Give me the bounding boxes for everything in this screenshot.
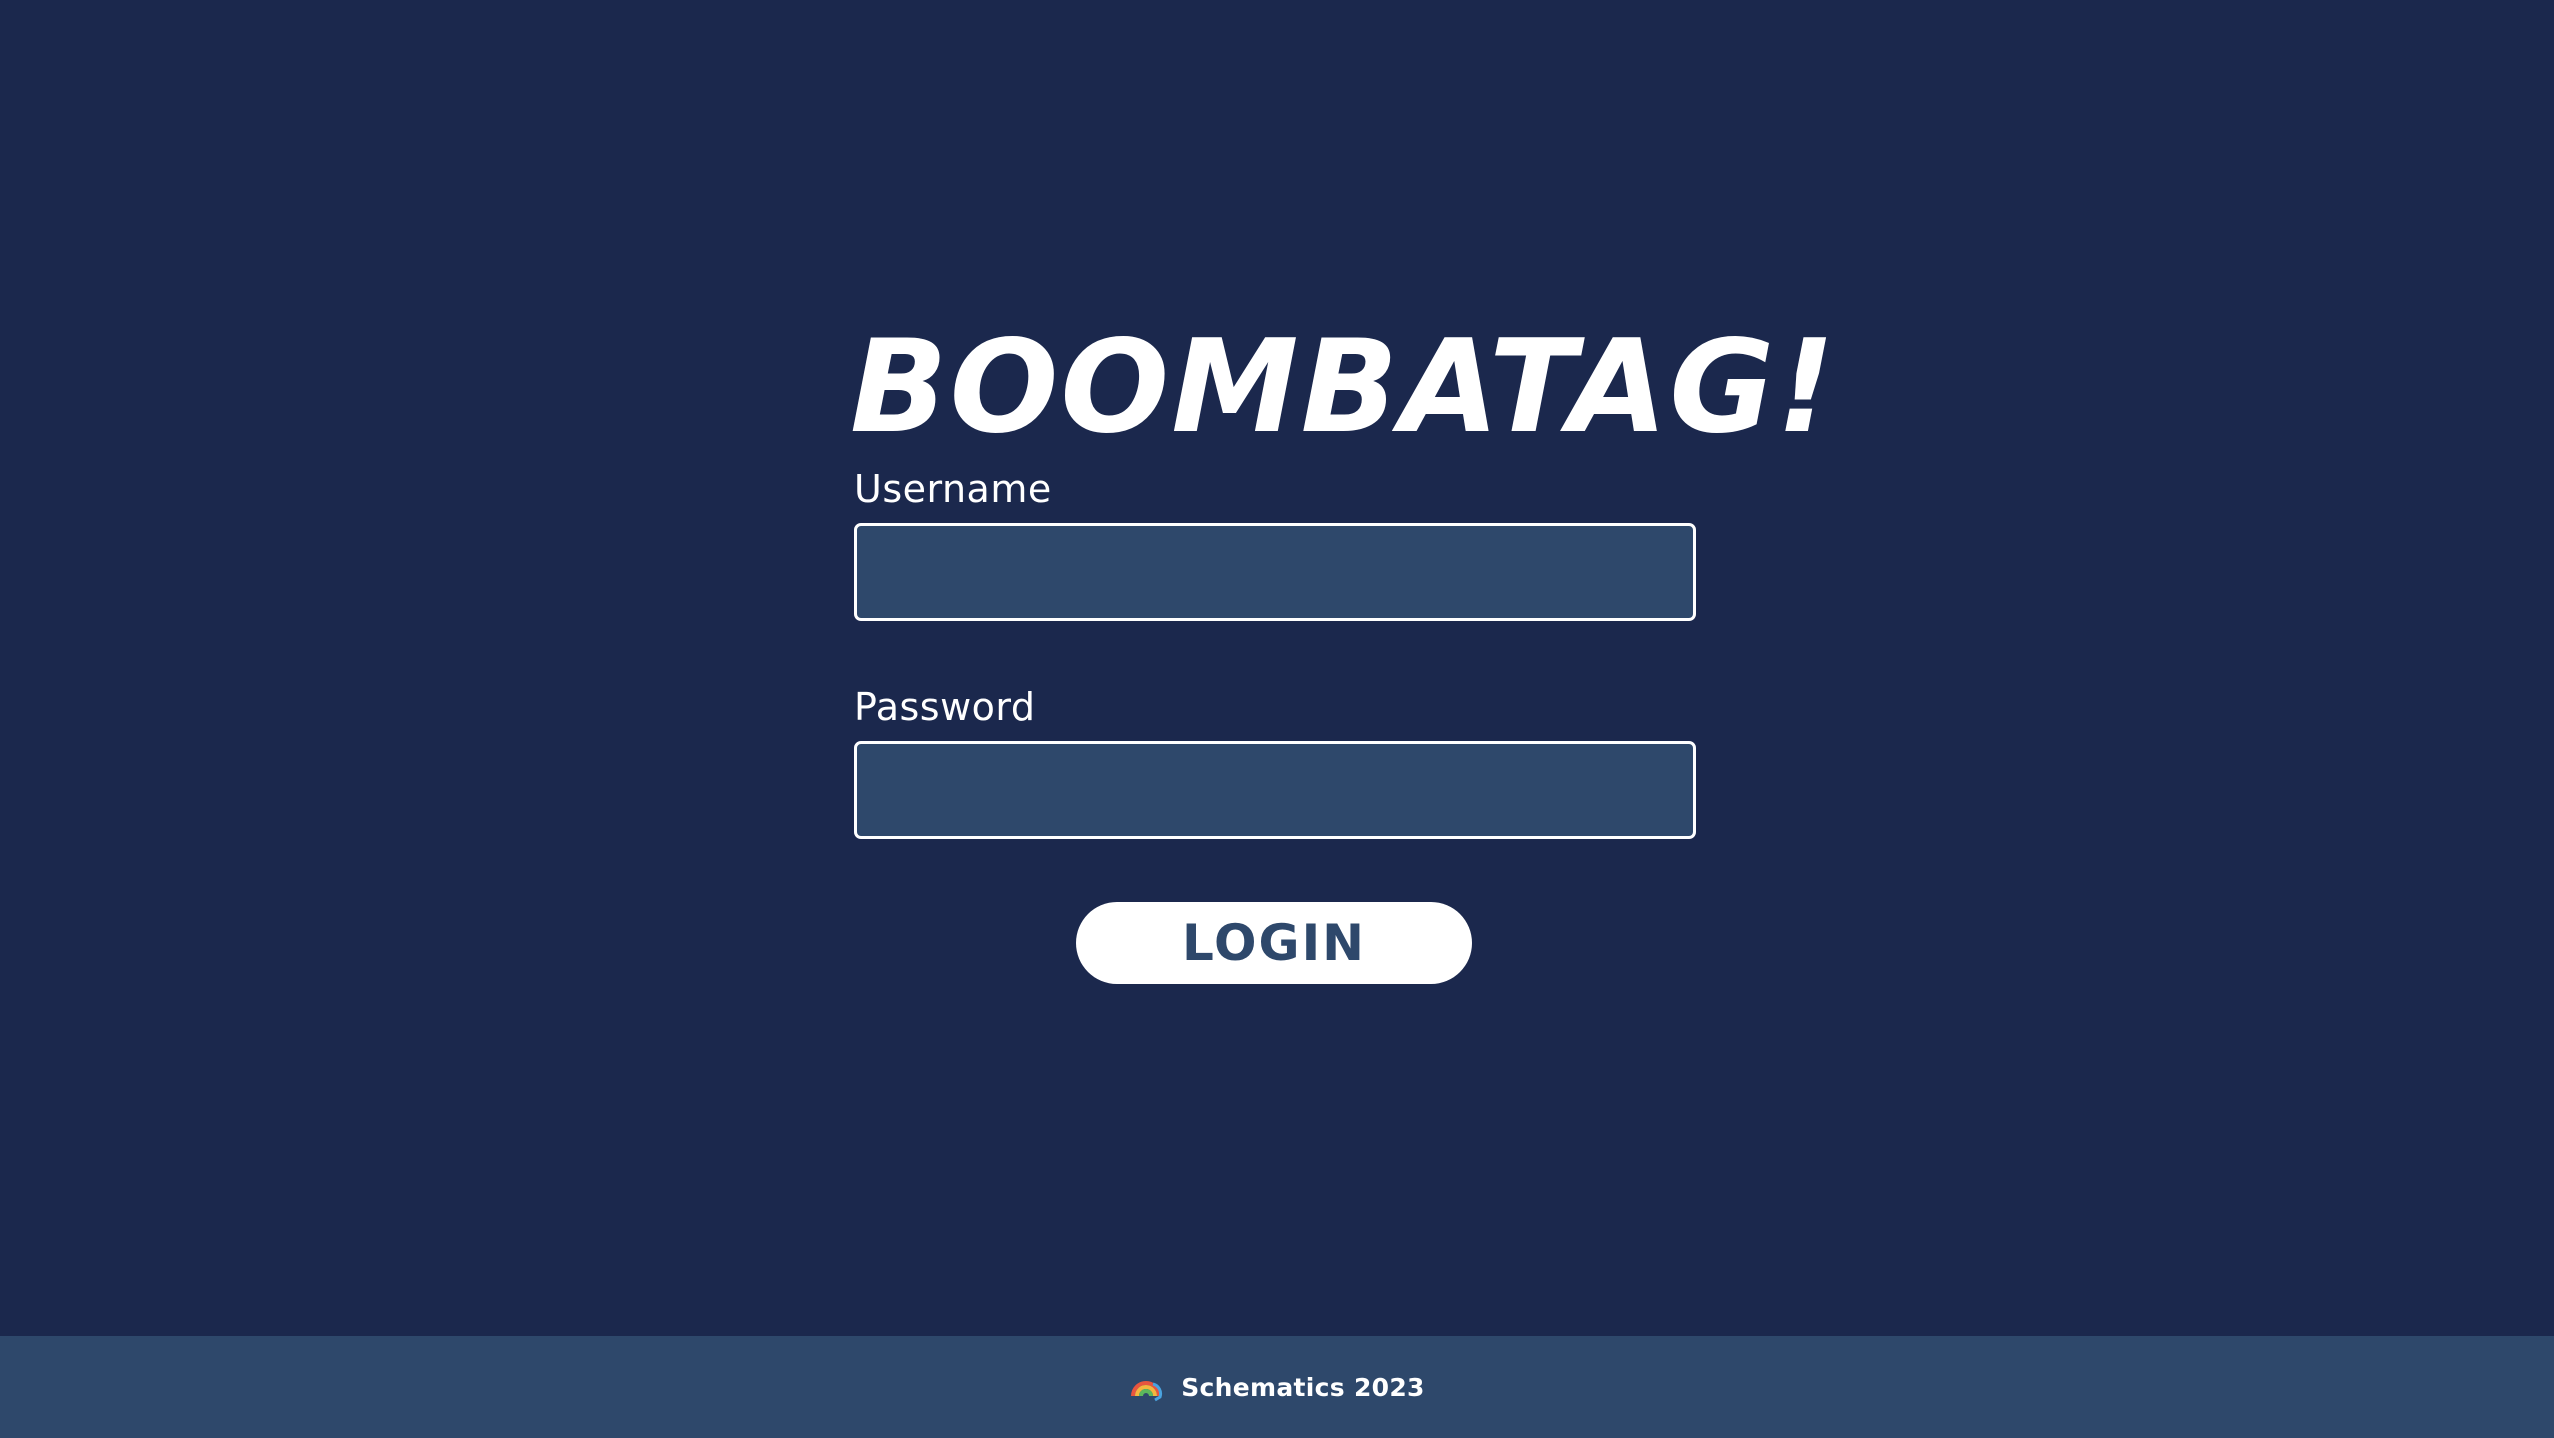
username-input[interactable] xyxy=(854,523,1696,621)
login-button[interactable]: LOGIN xyxy=(1076,902,1472,984)
footer-content: Schematics 2023 xyxy=(1129,1370,1425,1404)
password-label: Password xyxy=(854,685,1036,729)
app-logo: BOOMBATAG! xyxy=(850,313,1837,462)
rainbow-logo-icon xyxy=(1129,1370,1163,1404)
login-form: BOOMBATAG! Username Password LOGIN xyxy=(850,313,1837,984)
footer-text: Schematics 2023 xyxy=(1181,1372,1425,1402)
footer: Schematics 2023 xyxy=(0,1336,2554,1438)
password-input[interactable] xyxy=(854,741,1696,839)
username-label: Username xyxy=(854,467,1052,511)
